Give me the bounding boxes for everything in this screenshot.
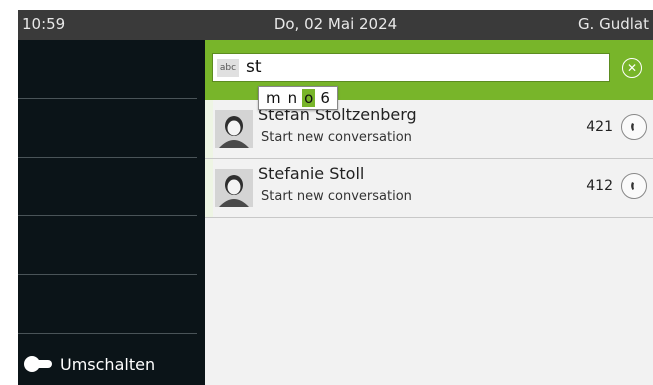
search-results: Stefan Stoltzenberg Start new conversati… bbox=[205, 100, 653, 385]
close-icon: ✕ bbox=[626, 61, 638, 75]
contact-extension: 412 bbox=[586, 178, 613, 194]
date: Do, 02 Mai 2024 bbox=[273, 15, 398, 33]
call-button[interactable] bbox=[621, 173, 647, 199]
result-row[interactable]: Stefanie Stoll Start new conversation 41… bbox=[205, 159, 653, 218]
toggle-icon bbox=[24, 356, 52, 372]
search-input[interactable]: abc st bbox=[212, 53, 610, 82]
status-bar: 10:59 Do, 02 Mai 2024 G. Gudlat bbox=[18, 10, 653, 40]
search-text: st bbox=[246, 57, 262, 77]
row-accent bbox=[205, 100, 213, 158]
keypad-hint-popup: m n o 6 bbox=[258, 86, 338, 110]
row-accent bbox=[205, 159, 213, 217]
toggle-switch-button[interactable]: Umschalten bbox=[24, 353, 155, 375]
phone-screen: 10:59 Do, 02 Mai 2024 G. Gudlat Umschalt… bbox=[18, 10, 653, 385]
contact-action: Start new conversation bbox=[261, 130, 412, 145]
phone-icon bbox=[631, 123, 634, 131]
avatar bbox=[215, 110, 253, 148]
toggle-label: Umschalten bbox=[60, 354, 156, 374]
call-button[interactable] bbox=[621, 114, 647, 140]
keypad-hint-char: m bbox=[266, 89, 281, 107]
keypad-hint-char: o bbox=[302, 89, 316, 107]
sidebar-divider bbox=[18, 215, 197, 216]
clear-search-button[interactable]: ✕ bbox=[622, 58, 642, 78]
keypad-hint-char: 6 bbox=[320, 89, 330, 107]
sidebar-divider bbox=[18, 98, 197, 99]
keypad-hint-char: n bbox=[287, 89, 298, 107]
user-name: G. Gudlat bbox=[577, 15, 649, 33]
contact-extension: 421 bbox=[586, 119, 613, 135]
contact-name: Stefanie Stoll bbox=[258, 164, 365, 183]
sidebar-divider bbox=[18, 157, 197, 158]
sidebar-divider bbox=[18, 333, 197, 334]
phone-icon bbox=[631, 182, 634, 190]
sidebar-divider bbox=[18, 274, 197, 275]
avatar bbox=[215, 169, 253, 207]
contact-action: Start new conversation bbox=[261, 189, 412, 204]
input-mode-badge[interactable]: abc bbox=[217, 59, 239, 77]
sidebar: Umschalten bbox=[18, 40, 205, 385]
